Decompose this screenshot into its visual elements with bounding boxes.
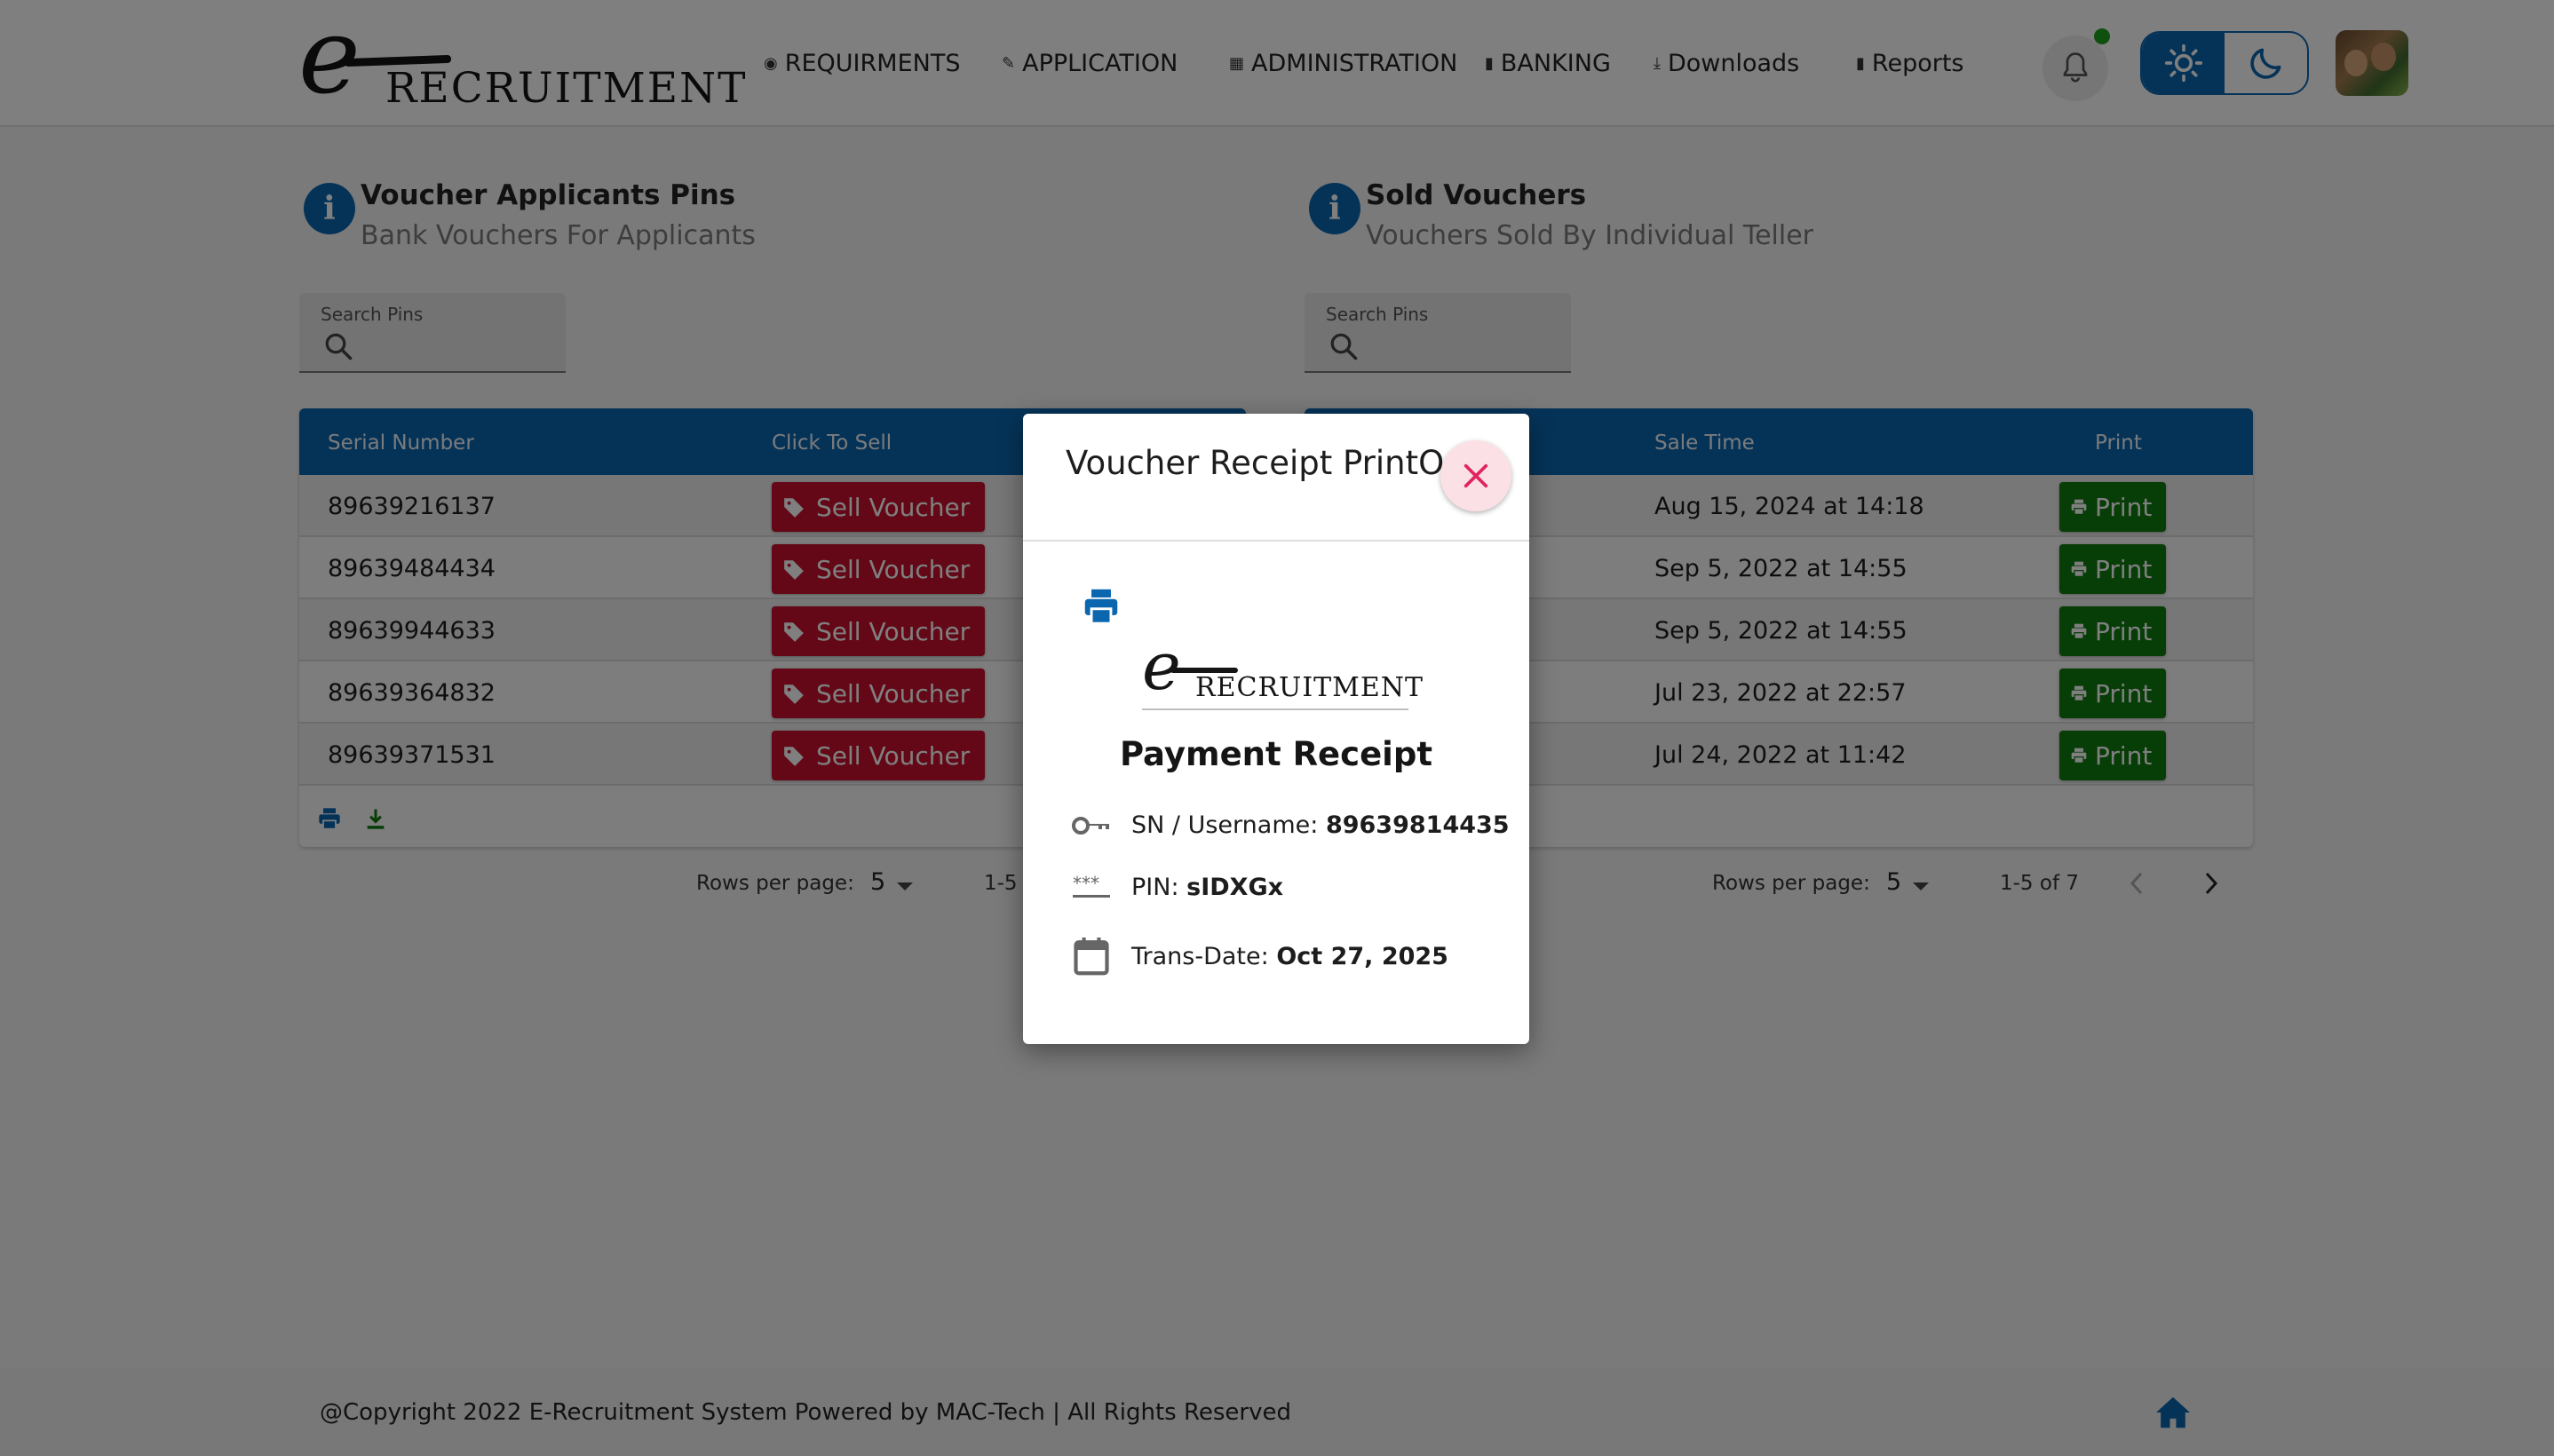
pin-value: sIDXGx [1186,874,1284,901]
receipt-logo: e RECRUITMENT [1142,634,1423,712]
close-dialog-button[interactable] [1440,440,1511,511]
sn-value: 89639814435 [1325,811,1510,839]
calendar-icon [1069,936,1114,977]
sn-label: SN / Username: [1131,811,1319,839]
print-icon[interactable] [1082,588,1121,625]
receipt-title: Payment Receipt [1119,735,1433,773]
logo-initial: e [1142,629,1181,705]
close-icon [1463,463,1488,488]
receipt-date-row: Trans-Date: Oct 27, 2025 [1069,936,1448,977]
receipt-pin-row: *** PIN: sIDXGx [1069,874,1283,901]
pin-label: PIN: [1131,874,1179,901]
dialog-title: Voucher Receipt PrintOut [1066,444,1479,482]
dialog-divider [1023,540,1529,542]
voucher-receipt-dialog: Voucher Receipt PrintOut e RECRUITMENT P… [1023,414,1529,1044]
password-icon: *** [1069,875,1114,900]
logo-text: RECRUITMENT [1195,672,1424,703]
key-icon [1069,814,1114,837]
receipt-sn-row: SN / Username: 89639814435 [1069,811,1510,839]
logo-underline [1142,708,1408,710]
date-value: Oct 27, 2025 [1276,942,1448,970]
svg-text:***: *** [1073,875,1099,894]
date-label: Trans-Date: [1131,942,1269,970]
